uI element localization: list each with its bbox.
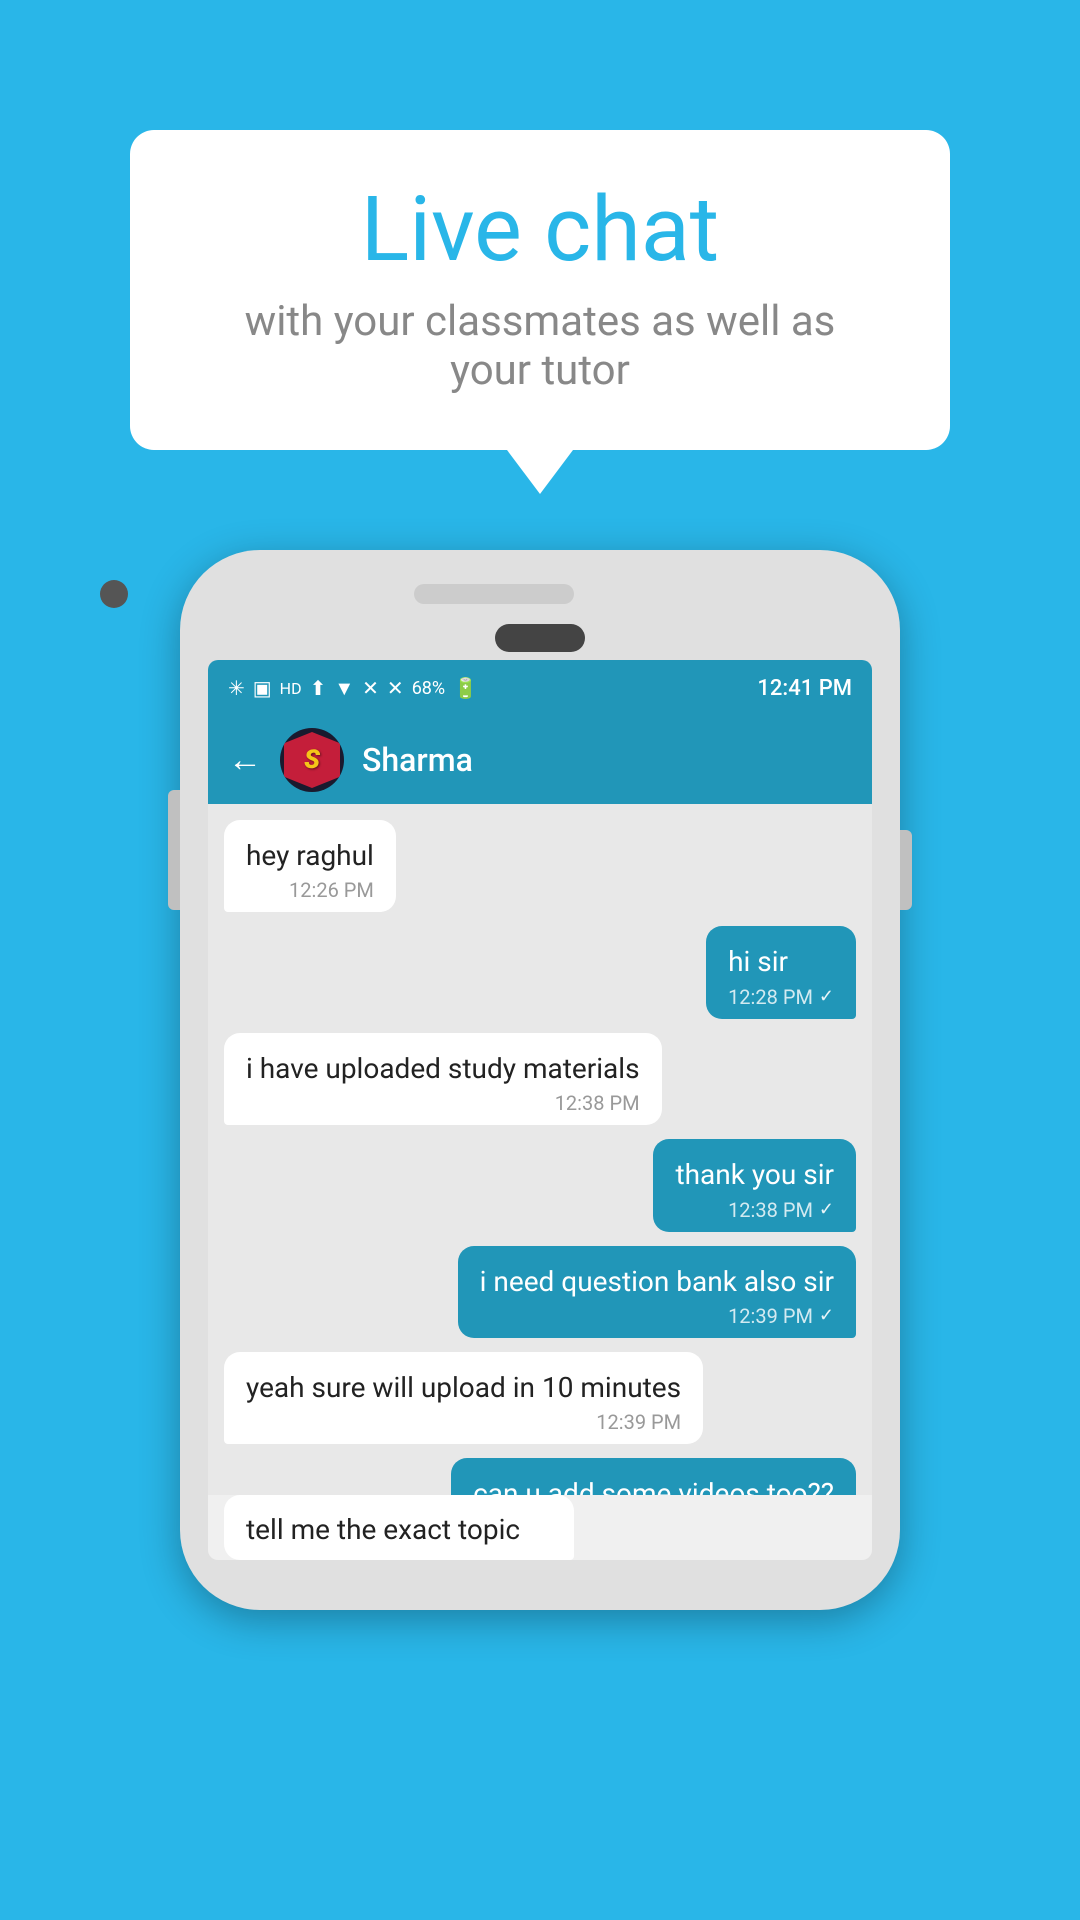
live-chat-subtitle: with your classmates as well as your tut… <box>200 297 880 395</box>
bubble-meta: 12:38 PM <box>246 1091 640 1115</box>
wifi-icon: ▼ <box>334 676 354 701</box>
bubble-meta: 12:38 PM ✓ <box>675 1198 834 1222</box>
vibrate-icon: ▣ <box>253 676 272 700</box>
back-button[interactable]: ← <box>228 740 262 780</box>
signal2-icon: ✕ <box>387 676 404 700</box>
message-time: 12:39 PM <box>596 1410 681 1434</box>
message-text: can u add some videos too?? <box>473 1476 834 1495</box>
phone-outer-shell: ✳ ▣ HD ⬆ ▼ ✕ ✕ 68% 🔋 12:41 PM ← S <box>180 550 900 1610</box>
message-text: thank you sir <box>675 1157 834 1193</box>
message-time: 12:39 PM <box>728 1304 813 1328</box>
phone-mockup: ✳ ▣ HD ⬆ ▼ ✕ ✕ 68% 🔋 12:41 PM ← S <box>180 550 900 1600</box>
received-bubble: yeah sure will upload in 10 minutes 12:3… <box>224 1352 703 1444</box>
hd-icon: HD <box>280 679 302 698</box>
partial-message: tell me the exact topic <box>224 1495 574 1560</box>
sent-bubble: i need question bank also sir 12:39 PM ✓ <box>458 1246 856 1338</box>
superman-logo: S <box>284 732 340 788</box>
message-text: hey raghul <box>246 838 374 874</box>
sent-bubble: can u add some videos too?? 12:39 PM ✓ <box>451 1458 856 1495</box>
bluetooth-icon: ✳ <box>228 676 245 700</box>
bubble-meta: 12:26 PM <box>246 878 374 902</box>
signal-icon: ✕ <box>362 676 379 700</box>
partial-message-text: tell me the exact topic <box>246 1513 552 1546</box>
phone-screen: ✳ ▣ HD ⬆ ▼ ✕ ✕ 68% 🔋 12:41 PM ← S <box>208 660 872 1560</box>
message-time: 12:38 PM <box>728 1198 813 1222</box>
live-chat-title: Live chat <box>200 180 880 279</box>
message-text: i need question bank also sir <box>480 1264 834 1300</box>
superman-s-letter: S <box>304 745 320 775</box>
battery-percent: 68% <box>412 678 445 699</box>
table-row: i have uploaded study materials 12:38 PM <box>224 1033 856 1125</box>
contact-avatar: S <box>280 728 344 792</box>
table-row: hey raghul 12:26 PM <box>224 820 856 912</box>
sent-bubble: thank you sir 12:38 PM ✓ <box>653 1139 856 1231</box>
bubble-meta: 12:39 PM <box>246 1410 681 1434</box>
messages-area[interactable]: hey raghul 12:26 PM hi sir 12:28 PM ✓ <box>208 804 872 1495</box>
phone-top-bar <box>180 550 900 652</box>
read-receipt-icon: ✓ <box>819 986 834 1007</box>
front-camera <box>100 580 128 608</box>
battery-icon: 🔋 <box>453 676 478 700</box>
contact-name: Sharma <box>362 741 473 779</box>
sent-bubble: hi sir 12:28 PM ✓ <box>706 926 856 1018</box>
table-row: can u add some videos too?? 12:39 PM ✓ <box>224 1458 856 1495</box>
message-text: hi sir <box>728 944 834 980</box>
table-row: yeah sure will upload in 10 minutes 12:3… <box>224 1352 856 1444</box>
speaker-grille <box>414 584 574 604</box>
read-receipt-icon: ✓ <box>819 1199 834 1220</box>
bubble-meta: 12:39 PM ✓ <box>480 1304 834 1328</box>
message-time: 12:28 PM <box>728 985 813 1009</box>
received-bubble: i have uploaded study materials 12:38 PM <box>224 1033 662 1125</box>
read-receipt-icon: ✓ <box>819 1305 834 1326</box>
received-bubble: hey raghul 12:26 PM <box>224 820 396 912</box>
speech-bubble: Live chat with your classmates as well a… <box>130 130 950 450</box>
table-row: hi sir 12:28 PM ✓ <box>224 926 856 1018</box>
data-arrows-icon: ⬆ <box>310 676 327 700</box>
status-time: 12:41 PM <box>757 676 852 701</box>
table-row: i need question bank also sir 12:39 PM ✓ <box>224 1246 856 1338</box>
bubble-meta: 12:28 PM ✓ <box>728 985 834 1009</box>
chat-header: ← S Sharma <box>208 716 872 804</box>
message-text: yeah sure will upload in 10 minutes <box>246 1370 681 1406</box>
message-time: 12:26 PM <box>289 878 374 902</box>
table-row: thank you sir 12:38 PM ✓ <box>224 1139 856 1231</box>
message-text: i have uploaded study materials <box>246 1051 640 1087</box>
status-bar-left: ✳ ▣ HD ⬆ ▼ ✕ ✕ 68% 🔋 <box>228 676 478 701</box>
message-time: 12:38 PM <box>555 1091 640 1115</box>
status-bar: ✳ ▣ HD ⬆ ▼ ✕ ✕ 68% 🔋 12:41 PM <box>208 660 872 716</box>
home-sensor <box>495 624 585 652</box>
